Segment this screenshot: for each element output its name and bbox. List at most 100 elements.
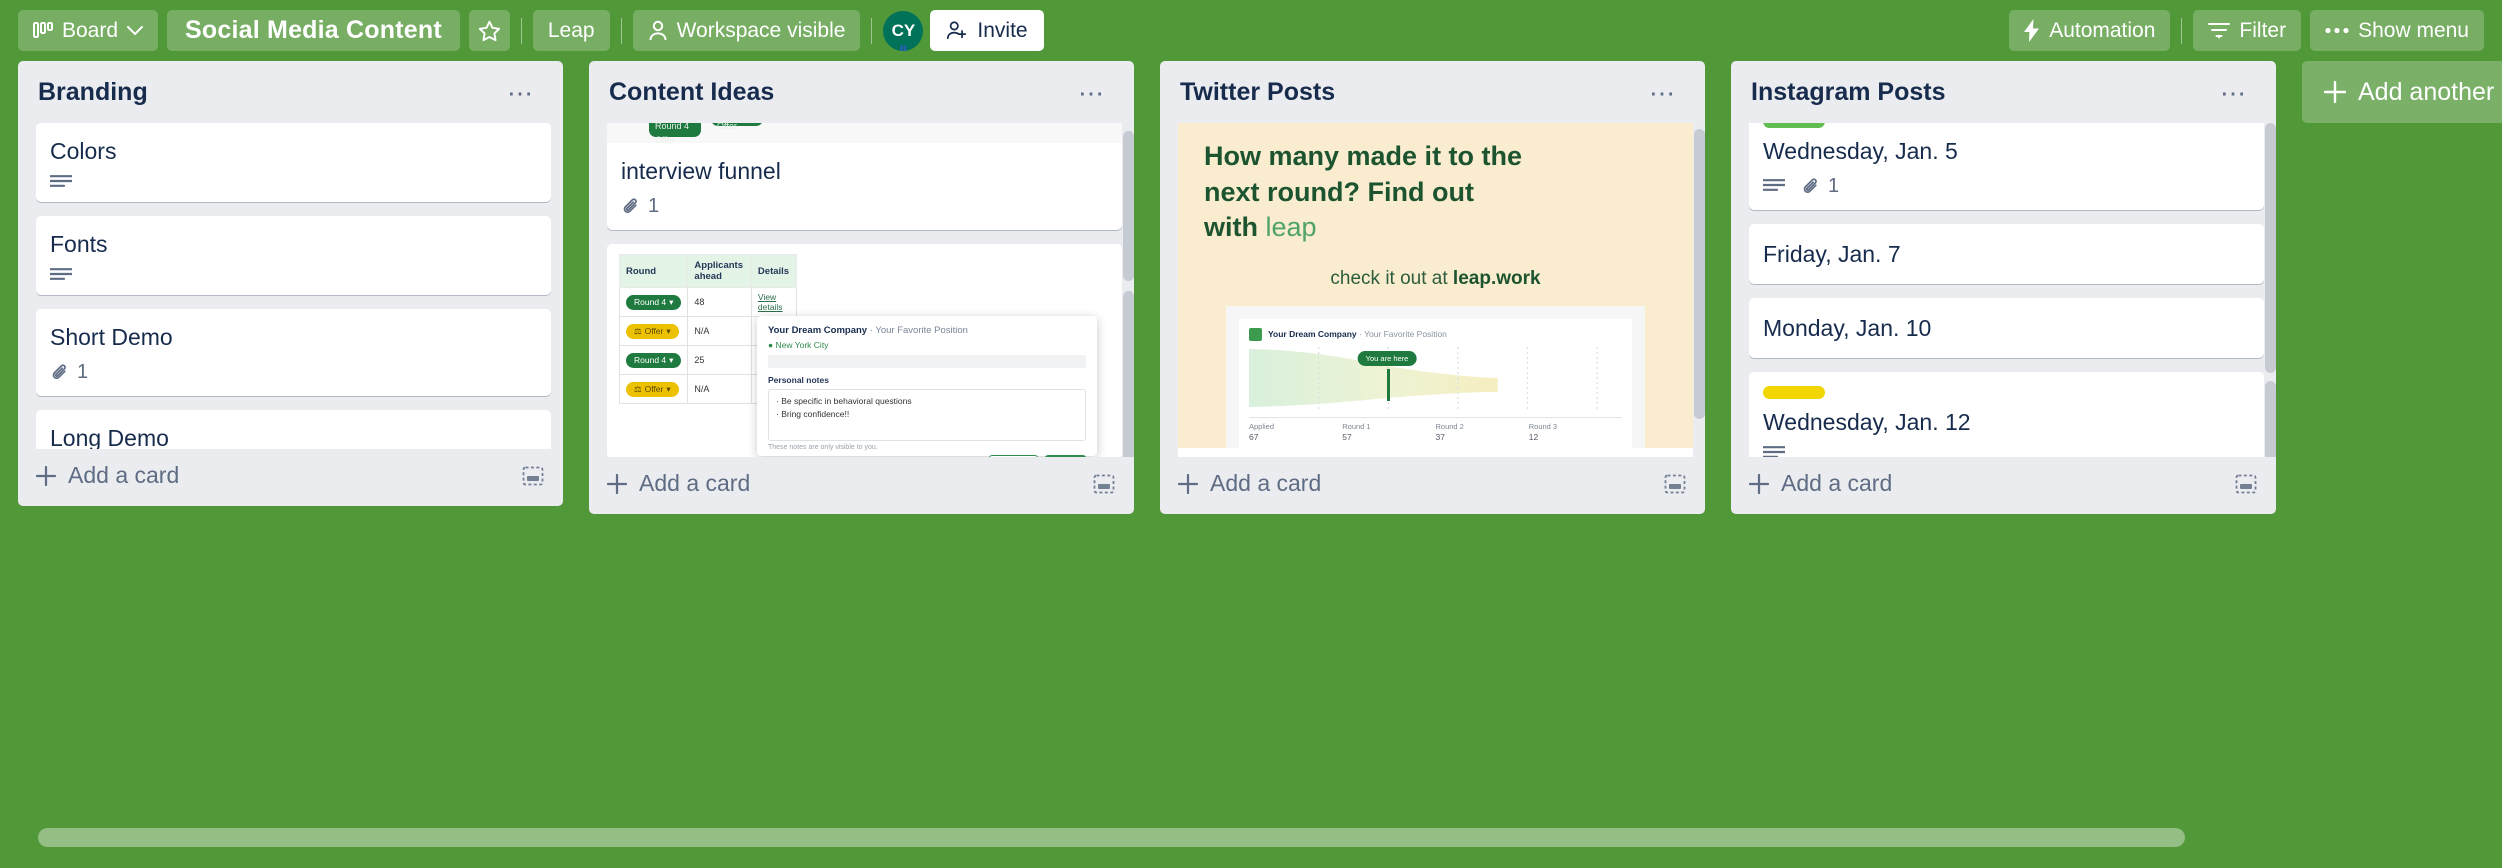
- card-template-icon[interactable]: [1092, 472, 1116, 496]
- paperclip-icon: [50, 363, 70, 383]
- page-title[interactable]: Social Media Content: [167, 10, 460, 51]
- card[interactable]: How many made it to the next round? Find…: [1178, 123, 1693, 457]
- person-add-icon: [946, 20, 968, 41]
- plus-icon: [2324, 81, 2346, 103]
- promo-position: Your Favorite Position: [1364, 329, 1447, 340]
- card[interactable]: Wednesday, Jan. 12: [1749, 372, 2264, 457]
- description-icon: [1763, 179, 1785, 194]
- list-menu-icon[interactable]: ⋯: [2210, 80, 2258, 106]
- attachment-badge: 1: [50, 361, 88, 384]
- bolt-icon: [2024, 19, 2040, 42]
- modal-location: ● New York City: [768, 340, 829, 351]
- list-title: Content Ideas: [609, 78, 775, 106]
- save-button[interactable]: Save: [1044, 455, 1086, 457]
- show-menu-label: Show menu: [2358, 18, 2469, 42]
- add-card-row: Add a card: [589, 457, 1134, 512]
- board-switcher-button[interactable]: Board: [18, 10, 159, 51]
- workspace-label: Leap: [547, 18, 595, 42]
- list-scrollbar[interactable]: [2265, 381, 2276, 457]
- funnel-stage: Applied 67: [1249, 421, 1275, 442]
- attachment-badge: 1: [621, 195, 659, 218]
- card-template-icon[interactable]: [521, 464, 545, 488]
- add-card-label: Add a card: [1210, 470, 1322, 496]
- card[interactable]: Fonts: [36, 216, 551, 296]
- add-card-row: Add a card: [1731, 457, 2276, 512]
- card-label[interactable]: [1763, 386, 1825, 400]
- card[interactable]: Friday, Jan. 7: [1749, 224, 2264, 285]
- you-are-here-marker: You are here: [1357, 350, 1417, 366]
- star-icon[interactable]: [468, 10, 510, 51]
- list-menu-icon[interactable]: ⋯: [497, 80, 545, 106]
- filter-button[interactable]: Filter: [2193, 10, 2302, 51]
- funnel-stage: Round 3 12: [1528, 421, 1558, 442]
- card[interactable]: Long Demo 1: [36, 410, 551, 449]
- list-menu-icon[interactable]: ⋯: [1639, 80, 1687, 106]
- rounds-column: Round 2 Round 3 Round 4 Offer: [711, 123, 763, 131]
- modal-input[interactable]: [768, 355, 1086, 369]
- card[interactable]: Monday, Jan. 10: [1749, 298, 2264, 359]
- you-are-here-line: [1387, 368, 1390, 401]
- attachment-count: 1: [648, 195, 660, 218]
- header-divider: [871, 17, 873, 44]
- plus-icon: [1178, 473, 1198, 494]
- card-title: Wednesday, Jan. 12: [1763, 409, 1971, 436]
- list-menu-icon[interactable]: ⋯: [1068, 80, 1116, 106]
- modal-position: Your Favorite Position: [875, 325, 968, 337]
- list-branding: Branding ⋯ Colors Fonts Short Demo 1 Lon…: [18, 61, 563, 506]
- add-card-button[interactable]: Add a card: [1178, 470, 1321, 497]
- card-title: Monday, Jan. 10: [1763, 315, 1932, 342]
- plus-icon: [1749, 473, 1769, 494]
- promo-headline: How many made it to the next round? Find…: [1204, 141, 1523, 243]
- add-card-button[interactable]: Add a card: [1749, 470, 1892, 497]
- list-scrollbar[interactable]: [1123, 291, 1134, 457]
- list-scrollbar[interactable]: [1123, 131, 1134, 281]
- card-template-icon[interactable]: [2234, 472, 2258, 496]
- card[interactable]: Wednesday, Jan. 5 1: [1749, 123, 2264, 211]
- paperclip-icon: [621, 197, 641, 217]
- board-grid-icon: [33, 21, 53, 40]
- table-header: Round: [618, 254, 689, 289]
- list-scrollbar[interactable]: [1694, 129, 1705, 419]
- add-card-button[interactable]: Add a card: [607, 470, 750, 497]
- table-row: Round 4 ▾ 48 View details: [618, 287, 798, 318]
- card[interactable]: Round 1 Round 2 Round 3 Round 4 Offer Ro…: [607, 123, 1122, 231]
- card-label[interactable]: [1763, 123, 1825, 128]
- visibility-button[interactable]: Workspace visible: [632, 10, 861, 51]
- show-menu-button[interactable]: Show menu: [2310, 10, 2484, 51]
- modal-notes[interactable]: · Be specific in behavioral questions · …: [768, 389, 1086, 442]
- funnel-stage: Round 2 37: [1435, 421, 1464, 442]
- workspace-button[interactable]: Leap: [532, 10, 610, 51]
- add-another-list-button[interactable]: Add another list: [2302, 61, 2502, 123]
- list-header: Twitter Posts ⋯: [1160, 61, 1705, 123]
- double-chevron-up-icon: «: [899, 38, 908, 56]
- paperclip-icon: [1801, 177, 1821, 197]
- card-template-icon[interactable]: [1663, 472, 1687, 496]
- card-container: Colors Fonts Short Demo 1 Long Demo: [18, 123, 563, 449]
- description-icon: [50, 268, 72, 283]
- invite-label: Invite: [977, 18, 1028, 42]
- cancel-button[interactable]: Cancel: [989, 455, 1038, 457]
- person-icon: [648, 20, 668, 42]
- avatar[interactable]: CY «: [883, 10, 924, 55]
- card[interactable]: Short Demo 1: [36, 309, 551, 397]
- add-card-label: Add a card: [1781, 470, 1893, 496]
- list-scrollbar[interactable]: [2265, 123, 2276, 373]
- automation-button[interactable]: Automation: [2009, 10, 2171, 51]
- visibility-label: Workspace visible: [676, 18, 846, 42]
- card[interactable]: Colors: [36, 123, 551, 203]
- card[interactable]: Round Applicants ahead Details Round 4 ▾…: [607, 244, 1122, 457]
- attachment-count: 1: [77, 361, 89, 384]
- add-card-label: Add a card: [68, 462, 180, 488]
- add-card-button[interactable]: Add a card: [36, 462, 179, 489]
- card-title: interview funnel: [621, 158, 781, 184]
- board-header: Board Social Media Content Leap Workspac…: [0, 0, 2502, 61]
- modal-footnote: These notes are only visible to you.: [768, 444, 878, 452]
- modal-notes-label: Personal notes: [768, 375, 829, 386]
- invite-button[interactable]: Invite: [930, 10, 1044, 51]
- card-container: Round 1 Round 2 Round 3 Round 4 Offer Ro…: [589, 123, 1134, 457]
- list-header: Instagram Posts ⋯: [1731, 61, 2276, 123]
- list-title: Twitter Posts: [1180, 78, 1336, 106]
- horizontal-scrollbar-track[interactable]: [0, 806, 2502, 868]
- funnel-stage: Round 1 57: [1342, 421, 1371, 442]
- horizontal-scrollbar-thumb[interactable]: [38, 828, 2185, 847]
